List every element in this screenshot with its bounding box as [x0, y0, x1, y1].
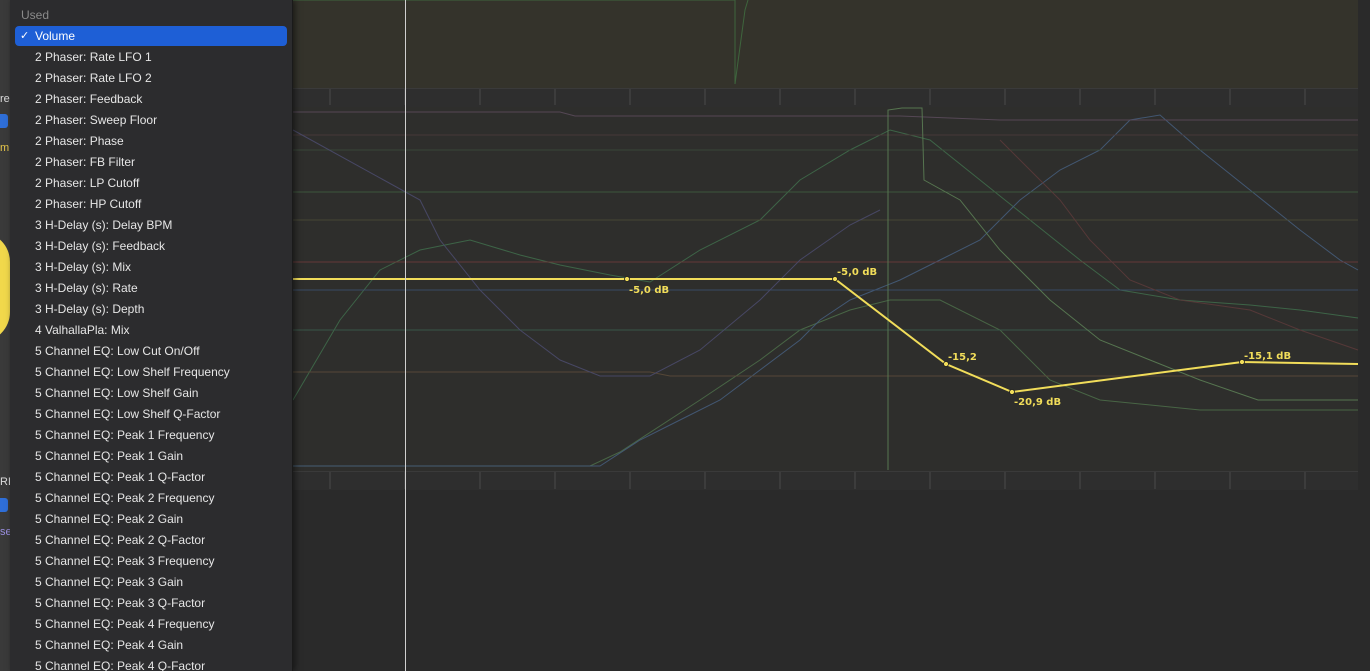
menu-item-label: 5 Channel EQ: Low Cut On/Off [35, 344, 200, 358]
menu-item[interactable]: 3 H-Delay (s): Mix [15, 257, 287, 278]
menu-item[interactable]: 3 H-Delay (s): Delay BPM [15, 215, 287, 236]
menu-item[interactable]: 5 Channel EQ: Peak 1 Frequency [15, 425, 287, 446]
menu-item-label: 5 Channel EQ: Peak 4 Gain [35, 638, 184, 652]
menu-item[interactable]: 5 Channel EQ: Peak 1 Q-Factor [15, 467, 287, 488]
menu-item-label: 5 Channel EQ: Peak 2 Gain [35, 512, 184, 526]
volume-automation-line [293, 278, 1359, 394]
menu-item[interactable]: 2 Phaser: Rate LFO 2 [15, 68, 287, 89]
menu-item-label: 3 H-Delay (s): Depth [35, 302, 145, 316]
menu-item[interactable]: 3 H-Delay (s): Rate [15, 278, 287, 299]
menu-item[interactable]: 5 Channel EQ: Peak 2 Frequency [15, 488, 287, 509]
ruler-ticks [329, 89, 1306, 489]
automation-value-label: -20,9 dB [1014, 397, 1061, 408]
menu-item[interactable]: 2 Phaser: HP Cutoff [15, 194, 287, 215]
menu-item-label: 5 Channel EQ: Peak 1 Gain [35, 449, 184, 463]
menu-item-label: Volume [35, 29, 76, 43]
menu-item-label: 5 Channel EQ: Peak 2 Q-Factor [35, 533, 206, 547]
automation-node [624, 276, 630, 282]
menu-item[interactable]: 2 Phaser: LP Cutoff [15, 173, 287, 194]
checkmark-icon: ✓ [20, 30, 30, 42]
parameter-automation-line [999, 139, 1359, 351]
automation-parameter-menu[interactable]: Used ✓ Volume 2 Phaser: Rate LFO 1 2 Phaser… [10, 0, 293, 671]
track-header-button[interactable] [0, 498, 8, 512]
menu-item-label: 5 Channel EQ: Peak 3 Frequency [35, 554, 215, 568]
track-header-text: m [0, 142, 10, 154]
menu-item-label: 2 Phaser: Phase [35, 134, 124, 148]
automation-value-label: -15,2 [948, 352, 977, 363]
automation-value-label: -15,1 dB [1244, 351, 1291, 362]
playhead[interactable] [405, 0, 406, 671]
menu-item[interactable]: 5 Channel EQ: Peak 2 Gain [15, 509, 287, 530]
menu-item[interactable]: 5 Channel EQ: Peak 3 Frequency [15, 551, 287, 572]
menu-item[interactable]: 2 Phaser: FB Filter [15, 152, 287, 173]
track-header-button[interactable] [0, 114, 8, 128]
menu-item[interactable]: 5 Channel EQ: Peak 1 Gain [15, 446, 287, 467]
menu-item[interactable]: 5 Channel EQ: Low Cut On/Off [15, 341, 287, 362]
automation-value-label: -5,0 dB [629, 285, 669, 296]
menu-item-label: 2 Phaser: Rate LFO 1 [35, 50, 152, 64]
menu-item-label: 5 Channel EQ: Peak 1 Frequency [35, 428, 215, 442]
menu-item-label: 2 Phaser: HP Cutoff [35, 197, 142, 211]
menu-item-label: 5 Channel EQ: Low Shelf Q-Factor [35, 407, 221, 421]
arrange-area: -5,0 dB -5,0 dB -15,2 -20,9 dB -15,1 dB re m… [0, 0, 1370, 671]
menu-item-label: 5 Channel EQ: Low Shelf Frequency [35, 365, 230, 379]
menu-item-label: 3 H-Delay (s): Feedback [35, 239, 166, 253]
menu-item-label: 5 Channel EQ: Peak 3 Q-Factor [35, 596, 206, 610]
automation-node [1009, 389, 1015, 395]
background-automation-lines [292, 0, 1359, 470]
menu-item[interactable]: 5 Channel EQ: Peak 3 Q-Factor [15, 593, 287, 614]
volume-automation[interactable]: -5,0 dB -5,0 dB -15,2 -20,9 dB -15,1 dB [293, 267, 1359, 408]
menu-item[interactable]: 5 Channel EQ: Peak 4 Frequency [15, 614, 287, 635]
menu-item[interactable]: 5 Channel EQ: Peak 3 Gain [15, 572, 287, 593]
parameter-automation-line [292, 129, 881, 377]
menu-item-label: 5 Channel EQ: Peak 4 Frequency [35, 617, 215, 631]
automation-value-label: -5,0 dB [837, 267, 877, 278]
menu-item-label: 2 Phaser: Rate LFO 2 [35, 71, 152, 85]
menu-item-label: 5 Channel EQ: Peak 2 Frequency [35, 491, 215, 505]
menu-item-label: 5 Channel EQ: Peak 4 Q-Factor [35, 659, 206, 671]
menu-item[interactable]: 5 Channel EQ: Low Shelf Gain [15, 383, 287, 404]
track-knob[interactable] [0, 232, 10, 342]
menu-item-label: 3 H-Delay (s): Delay BPM [35, 218, 173, 232]
parameter-automation-line [293, 0, 749, 85]
parameter-automation-line [293, 371, 1358, 377]
menu-item-label: 4 ValhallaPla: Mix [35, 323, 130, 337]
menu-item-label: 2 Phaser: Feedback [35, 92, 143, 106]
menu-item[interactable]: 5 Channel EQ: Low Shelf Frequency [15, 362, 287, 383]
menu-item-label: 3 H-Delay (s): Mix [35, 260, 132, 274]
menu-item-label: 2 Phaser: FB Filter [35, 155, 136, 169]
menu-item[interactable]: ✓ Volume [15, 26, 287, 46]
menu-item[interactable]: 5 Channel EQ: Peak 4 Q-Factor [15, 656, 287, 671]
parameter-automation-line [293, 111, 1358, 121]
menu-item[interactable]: 2 Phaser: Sweep Floor [15, 110, 287, 131]
track-header-strip: re m RE se [0, 0, 15, 671]
menu-item[interactable]: 5 Channel EQ: Low Shelf Q-Factor [15, 404, 287, 425]
menu-item-label: 5 Channel EQ: Peak 3 Gain [35, 575, 184, 589]
menu-item[interactable]: 2 Phaser: Phase [15, 131, 287, 152]
track-header-text: re [0, 93, 10, 105]
menu-item[interactable]: 3 H-Delay (s): Feedback [15, 236, 287, 257]
menu-item[interactable]: 2 Phaser: Rate LFO 1 [15, 47, 287, 68]
parameter-automation-line [293, 299, 1358, 467]
menu-item-label: 2 Phaser: LP Cutoff [35, 176, 140, 190]
parameter-automation-line [292, 129, 1359, 401]
menu-item[interactable]: 5 Channel EQ: Peak 4 Gain [15, 635, 287, 656]
menu-item[interactable]: 3 H-Delay (s): Depth [15, 299, 287, 320]
menu-section-header: Used [21, 8, 50, 22]
menu-item-label: 3 H-Delay (s): Rate [35, 281, 138, 295]
menu-item[interactable]: 5 Channel EQ: Peak 2 Q-Factor [15, 530, 287, 551]
menu-item-label: 2 Phaser: Sweep Floor [35, 113, 158, 127]
menu-item-label: 5 Channel EQ: Low Shelf Gain [35, 386, 199, 400]
menu-item[interactable]: 4 ValhallaPla: Mix [15, 320, 287, 341]
menu-item-label: 5 Channel EQ: Peak 1 Q-Factor [35, 470, 206, 484]
menu-item[interactable]: 2 Phaser: Feedback [15, 89, 287, 110]
